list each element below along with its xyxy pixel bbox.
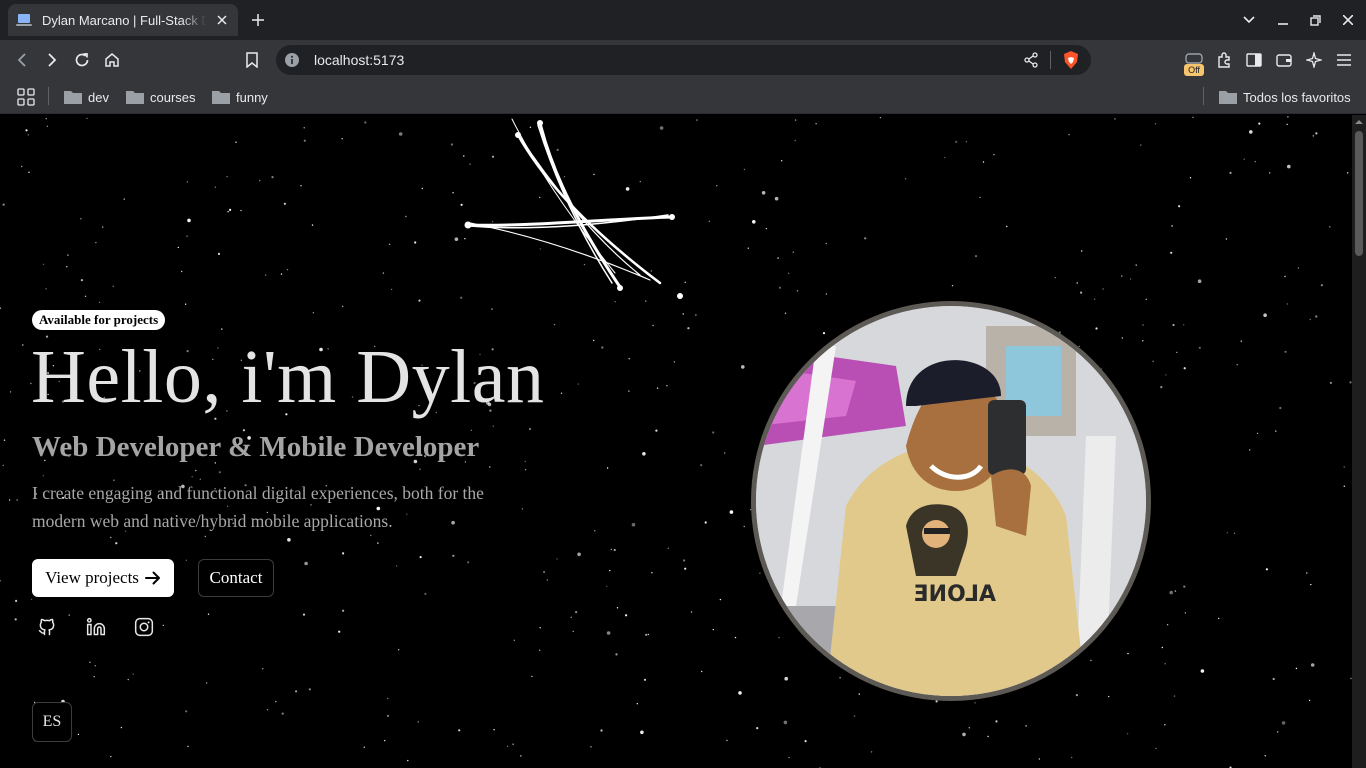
wallet-icon[interactable]: [1274, 50, 1294, 70]
language-label: ES: [42, 713, 62, 730]
laptop-icon: [16, 12, 32, 28]
tab-title: Dylan Marcano | Full-Stack Developer: [42, 12, 206, 28]
github-icon[interactable]: [35, 615, 59, 639]
folder-icon: [126, 91, 144, 104]
hero-description: I create engaging and functional digital…: [32, 483, 484, 531]
contact-label: Contact: [209, 568, 263, 587]
tab-search-chevron-icon[interactable]: [1239, 10, 1259, 30]
bookmark-label: courses: [150, 89, 196, 105]
shooting-star-streak: [466, 118, 674, 289]
folder-icon: [64, 91, 82, 104]
scrollbar-thumb[interactable]: [1355, 131, 1363, 256]
browser-tab-bar: Dylan Marcano | Full-Stack Developer: [0, 0, 1366, 40]
bookmarks-divider: [48, 87, 49, 105]
bookmark-folder-all[interactable]: Todos los favoritos: [1219, 88, 1351, 106]
minimize-icon[interactable]: [1273, 10, 1293, 30]
share-icon[interactable]: [1022, 51, 1040, 69]
sidebar-icon[interactable]: [1244, 50, 1264, 70]
forward-icon[interactable]: [42, 50, 62, 70]
browser-tab[interactable]: Dylan Marcano | Full-Stack Developer: [8, 4, 238, 36]
close-window-icon[interactable]: [1338, 10, 1358, 30]
bookmark-folder-dev[interactable]: dev: [64, 88, 109, 106]
omnibox-divider: [1050, 51, 1051, 69]
bookmark-folder-courses[interactable]: courses: [126, 88, 196, 106]
arrow-right-icon: [144, 571, 160, 585]
menu-icon[interactable]: [1334, 50, 1354, 70]
availability-badge: Available for projects: [32, 310, 166, 330]
leo-ai-icon[interactable]: [1304, 50, 1324, 70]
extension-off-badge[interactable]: Off: [1184, 52, 1204, 76]
home-icon[interactable]: [102, 50, 122, 70]
folder-icon: [212, 91, 230, 104]
extensions-icon[interactable]: [1214, 50, 1234, 70]
hero-subtitle: Web Developer & Mobile Developer: [32, 431, 480, 463]
back-icon[interactable]: [12, 50, 32, 70]
view-projects-label: View projects: [45, 568, 139, 587]
restore-icon[interactable]: [1305, 10, 1325, 30]
linkedin-icon[interactable]: [84, 615, 108, 639]
url-text: localhost:5173: [314, 52, 405, 68]
bookmark-label: funny: [236, 89, 268, 105]
new-tab-icon[interactable]: [248, 10, 268, 30]
bookmark-label: Todos los favoritos: [1243, 89, 1351, 105]
close-tab-icon[interactable]: [214, 12, 230, 28]
extension-off-label: Off: [1184, 64, 1204, 76]
bookmarks-divider: [1203, 87, 1204, 105]
site-info-icon[interactable]: [284, 52, 300, 68]
contact-button[interactable]: Contact: [198, 559, 274, 597]
instagram-icon[interactable]: [132, 615, 156, 639]
svg-text:ALONE: ALONE: [914, 582, 996, 607]
folder-icon: [1219, 91, 1237, 104]
brave-shields-icon[interactable]: [1061, 50, 1081, 70]
reload-icon[interactable]: [72, 50, 92, 70]
portfolio-page: Available for projects Hello, i'm Dylan …: [0, 115, 1352, 768]
address-bar[interactable]: localhost:5173: [276, 45, 1091, 75]
bookmark-icon[interactable]: [242, 50, 262, 70]
scroll-up-icon[interactable]: [1355, 118, 1363, 126]
profile-photo-frame: ALONE: [751, 301, 1151, 701]
apps-grid-icon[interactable]: [17, 88, 35, 106]
view-projects-button[interactable]: View projects: [32, 559, 174, 597]
page-scrollbar[interactable]: [1352, 115, 1366, 768]
hero-title: Hello, i'm Dylan: [31, 335, 545, 419]
language-toggle-button[interactable]: ES: [32, 702, 72, 742]
bookmark-label: dev: [88, 89, 109, 105]
bookmarks-bar: dev courses funny Todos los favoritos: [0, 80, 1366, 114]
profile-photo: ALONE: [756, 306, 1146, 696]
bookmark-folder-funny[interactable]: funny: [212, 88, 268, 106]
